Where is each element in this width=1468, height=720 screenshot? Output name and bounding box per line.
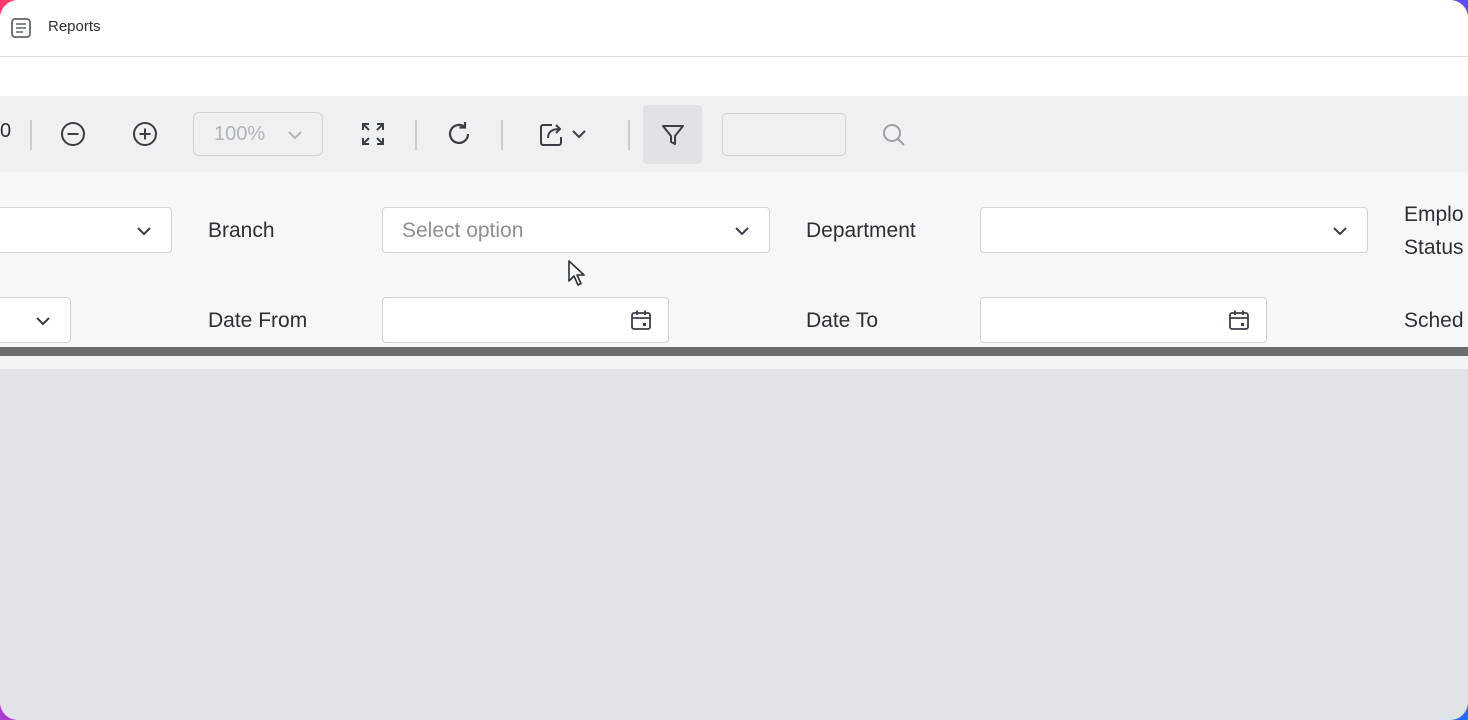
- date-to-label: Date To: [806, 309, 878, 332]
- filter-icon: [662, 125, 684, 145]
- title-bar: Reports: [0, 0, 1468, 57]
- toolbar-separator: [30, 120, 32, 150]
- chevron-down-icon: [735, 227, 749, 236]
- employment-status-label-line1: Emplo: [1404, 203, 1464, 226]
- branch-select[interactable]: Select option: [382, 207, 770, 253]
- search-icon[interactable]: [880, 121, 908, 149]
- toolbar-separator: [628, 120, 630, 150]
- report-window: Reports 0 100% Branch Select option Depa…: [0, 0, 1468, 720]
- zoom-in-icon[interactable]: [131, 120, 159, 148]
- filter-toggle-button[interactable]: [643, 105, 702, 164]
- toolbar-separator: [415, 120, 417, 150]
- chevron-down-icon: [1333, 227, 1347, 236]
- department-label: Department: [806, 219, 916, 242]
- calendar-icon[interactable]: [1228, 309, 1250, 331]
- fit-page-icon[interactable]: [360, 121, 386, 147]
- mouse-cursor-icon: [568, 260, 585, 286]
- window-title: Reports: [48, 18, 101, 35]
- calendar-icon[interactable]: [630, 309, 652, 331]
- divider-strip: [0, 356, 1468, 369]
- report-content-area: [0, 369, 1468, 720]
- employment-status-label-line2: Status: [1404, 236, 1464, 259]
- filter-select-left-row2[interactable]: [0, 297, 71, 343]
- chevron-down-icon: [36, 317, 50, 326]
- date-from-label: Date From: [208, 309, 308, 332]
- date-from-input[interactable]: [382, 297, 669, 343]
- department-select[interactable]: [980, 207, 1368, 253]
- loading-bar: [0, 347, 1468, 356]
- document-icon: [11, 18, 31, 38]
- schedule-label: Sched: [1404, 309, 1464, 332]
- toolbar-separator: [501, 120, 503, 150]
- export-icon[interactable]: [538, 120, 590, 148]
- chevron-down-icon: [137, 227, 151, 236]
- zoom-level-value: 100%: [214, 123, 266, 145]
- filter-select-left-row1[interactable]: [0, 207, 172, 253]
- page-number[interactable]: 0: [0, 120, 11, 143]
- refresh-icon[interactable]: [445, 120, 473, 148]
- header-strip: [0, 57, 1468, 96]
- branch-select-placeholder: Select option: [402, 219, 524, 242]
- branch-label: Branch: [208, 219, 275, 242]
- chevron-down-icon: [288, 131, 302, 140]
- search-input[interactable]: [722, 113, 846, 156]
- date-to-input[interactable]: [980, 297, 1267, 343]
- zoom-level-select[interactable]: 100%: [193, 112, 323, 156]
- zoom-out-icon[interactable]: [59, 120, 87, 148]
